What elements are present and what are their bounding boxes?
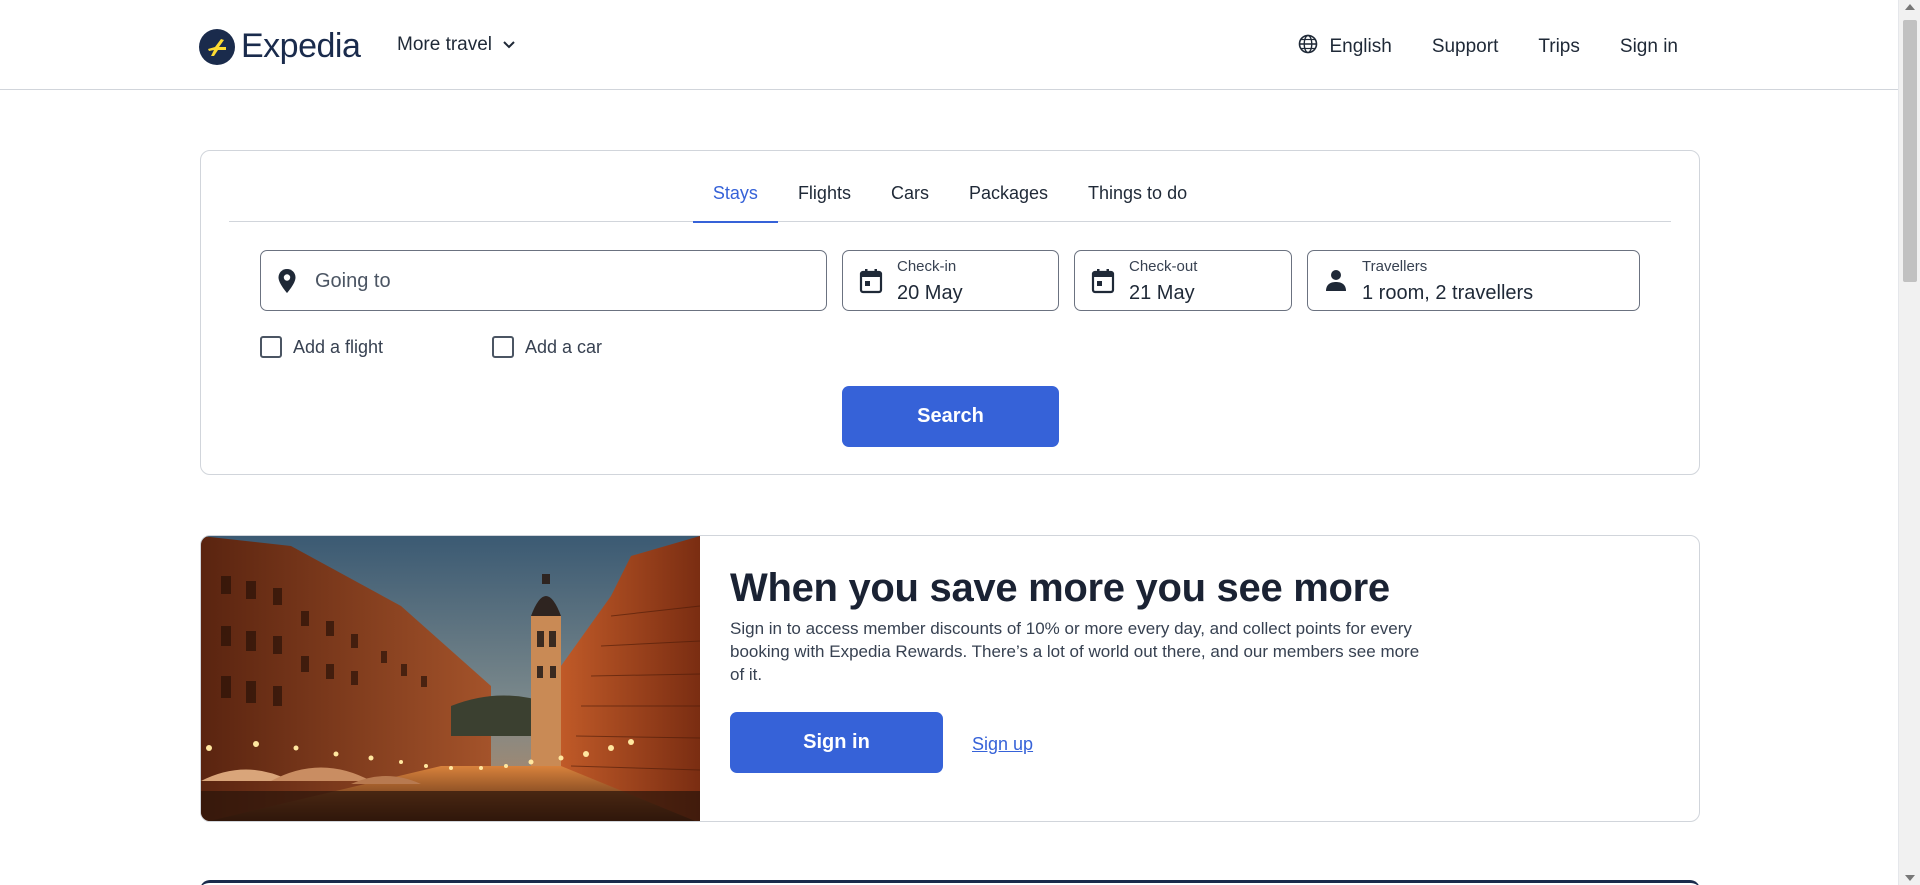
add-car-checkbox[interactable]: Add a car	[492, 336, 602, 358]
tab-things-to-do[interactable]: Things to do	[1068, 151, 1207, 222]
chevron-down-icon	[502, 34, 516, 56]
calendar-icon	[1091, 268, 1115, 299]
page-scrollbar[interactable]	[1898, 0, 1920, 885]
plane-logo-icon	[199, 28, 235, 65]
add-flight-label: Add a flight	[293, 336, 384, 357]
travellers-label: Travellers	[1362, 258, 1428, 275]
check-out-label: Check-out	[1129, 258, 1198, 275]
person-icon	[1324, 268, 1348, 297]
globe-icon	[1298, 34, 1318, 60]
expedia-logo[interactable]: Expedia	[199, 27, 361, 66]
check-out-date-field[interactable]: Check-out 21 May	[1074, 250, 1292, 311]
search-form-card: Stays Flights Cars Packages Things to do…	[200, 150, 1700, 475]
calendar-icon	[859, 268, 883, 299]
tab-packages[interactable]: Packages	[949, 151, 1068, 222]
add-car-label: Add a car	[525, 336, 603, 357]
checkbox-box[interactable]	[492, 336, 514, 358]
scrollbar-thumb[interactable]	[1903, 20, 1917, 282]
header-sign-in-link[interactable]: Sign in	[1620, 36, 1678, 58]
location-pin-icon	[277, 268, 297, 299]
sign-up-link[interactable]: Sign up	[972, 734, 1033, 755]
promo-sign-in-button[interactable]: Sign in	[730, 712, 943, 773]
scroll-down-arrow-icon[interactable]	[1905, 875, 1915, 881]
more-travel-label: More travel	[397, 34, 493, 55]
search-button[interactable]: Search	[842, 386, 1059, 447]
rewards-promo-card: When you save more you see more Sign in …	[200, 535, 1700, 822]
checkbox-box[interactable]	[260, 336, 282, 358]
top-header: Expedia More travel English Support Trip…	[0, 0, 1898, 90]
language-label: English	[1329, 36, 1392, 57]
tab-stays[interactable]: Stays	[692, 151, 778, 223]
promo-description: Sign in to access member discounts of 10…	[730, 619, 1420, 684]
check-in-label: Check-in	[897, 258, 957, 275]
going-to-input[interactable]: Going to	[260, 250, 827, 311]
support-link[interactable]: Support	[1432, 36, 1499, 58]
header-nav: English Support Trips Sign in	[1298, 34, 1678, 60]
dubrovnik-street-image	[201, 536, 700, 821]
search-tabs: Stays Flights Cars Packages Things to do	[229, 151, 1671, 223]
promo-title: When you save more you see more	[730, 566, 1390, 610]
scroll-up-arrow-icon[interactable]	[1905, 4, 1915, 10]
check-in-value: 20 May	[897, 282, 963, 304]
add-flight-checkbox[interactable]: Add a flight	[260, 336, 383, 358]
tab-cars[interactable]: Cars	[871, 151, 949, 222]
language-selector[interactable]: English	[1298, 34, 1392, 60]
next-section-edge	[200, 880, 1700, 885]
more-travel-menu[interactable]: More travel	[397, 34, 516, 56]
travellers-field[interactable]: Travellers 1 room, 2 travellers	[1307, 250, 1640, 311]
tab-flights[interactable]: Flights	[778, 151, 871, 222]
brand-name: Expedia	[241, 27, 361, 65]
check-out-value: 21 May	[1129, 282, 1195, 304]
check-in-date-field[interactable]: Check-in 20 May	[842, 250, 1059, 311]
going-to-placeholder: Going to	[315, 270, 391, 292]
travellers-value: 1 room, 2 travellers	[1362, 282, 1534, 304]
trips-link[interactable]: Trips	[1538, 36, 1580, 58]
